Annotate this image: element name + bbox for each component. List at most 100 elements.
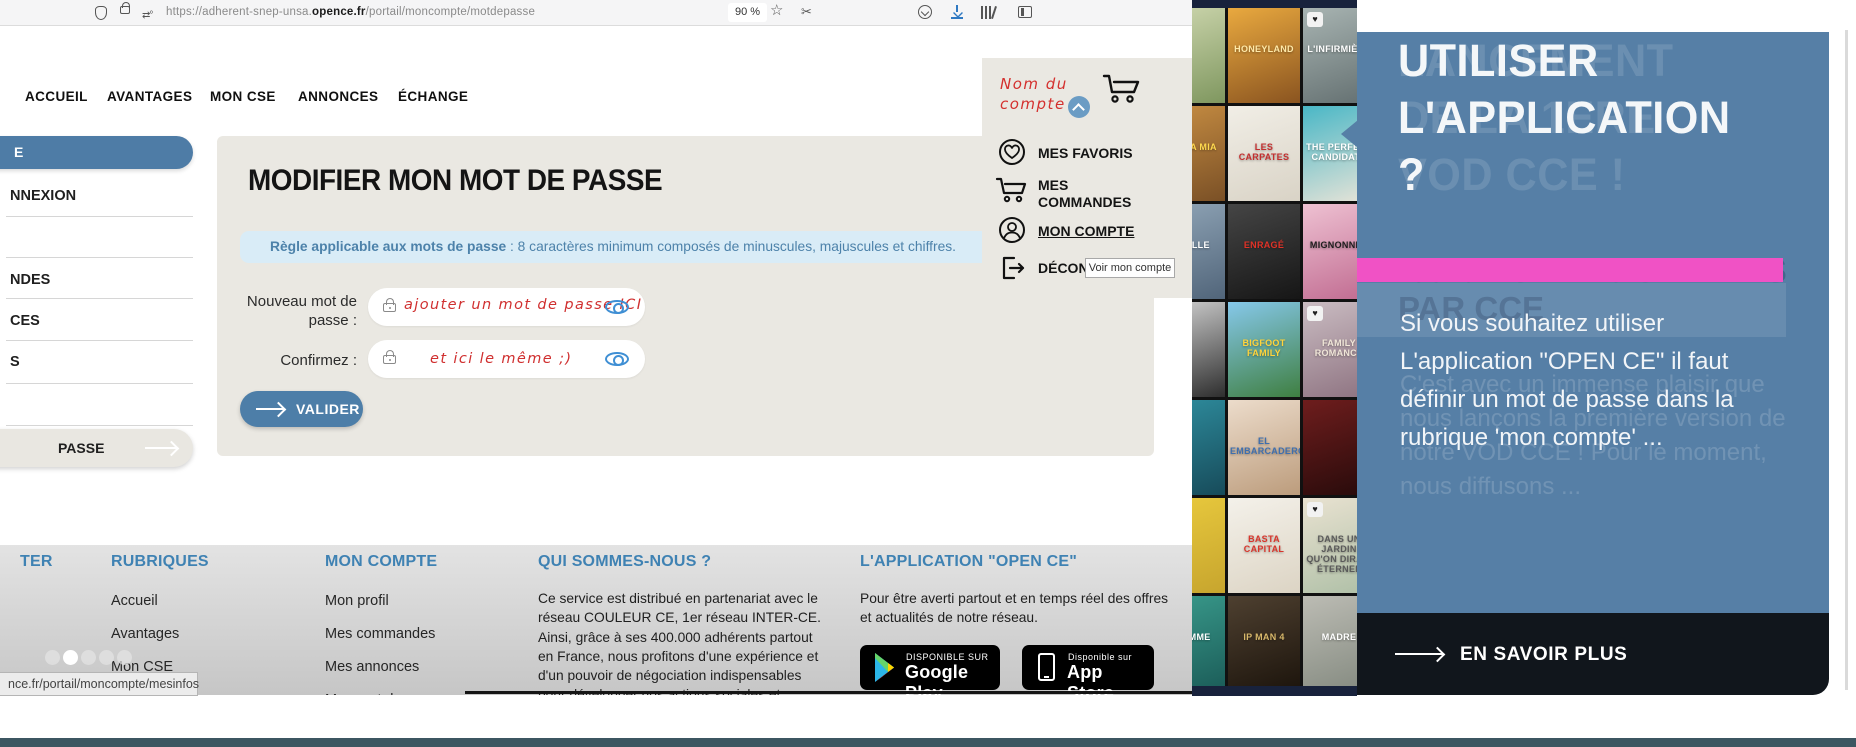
pocket-icon[interactable] — [918, 5, 932, 19]
vod-paragraph: Si vous souhaitez utiliser L'application… — [1400, 310, 1734, 451]
sidebar-item[interactable]: NDES — [10, 272, 50, 288]
carousel-dot[interactable] — [63, 650, 78, 665]
footer-link[interactable]: Avantages — [111, 626, 179, 642]
page-title: MODIFIER MON MOT DE PASSE — [248, 164, 663, 197]
carousel-prev-icon[interactable] — [1341, 120, 1358, 148]
movie-poster[interactable] — [1303, 400, 1357, 495]
play-store-icon — [875, 653, 894, 682]
sidebar-item[interactable]: S — [10, 354, 20, 370]
footer-link[interactable]: Accueil — [111, 593, 158, 609]
favorite-heart-icon[interactable]: ♥ — [1307, 306, 1323, 321]
movie-poster[interactable]: EL EMBARCADERO — [1228, 400, 1300, 495]
movie-poster[interactable]: MIGNONNES — [1303, 204, 1357, 299]
lock-icon[interactable] — [120, 1, 130, 14]
show-password-eye-icon[interactable] — [605, 300, 629, 314]
screenshot-icon[interactable]: ✂ — [801, 4, 812, 20]
zoom-level-badge[interactable]: 90 % — [728, 3, 768, 22]
confirm-password-input[interactable]: et ici le même ;) — [368, 340, 645, 378]
movie-poster[interactable] — [1192, 302, 1225, 397]
chevron-up-icon[interactable] — [1068, 96, 1090, 118]
sidebar-item-mot-de-passe[interactable]: PASSE — [0, 429, 193, 467]
screenshot-stage: ⇄° https://adherent-snep-unsa.opence.fr/… — [0, 0, 1856, 747]
menu-mes-favoris[interactable]: MES FAVORIS — [1038, 145, 1133, 161]
account-name[interactable]: Nom du compte — [1000, 74, 1068, 114]
movie-poster[interactable] — [1192, 8, 1225, 103]
nav-item-annonces[interactable]: ANNONCES — [298, 89, 378, 104]
movie-poster[interactable]: E FEMME — [1192, 596, 1225, 686]
rule-rest: : 8 caractères minimum composés de minus… — [506, 239, 957, 254]
orders-cart-icon — [995, 174, 1027, 206]
shield-icon[interactable] — [95, 6, 107, 20]
nav-item-accueil[interactable]: ACCUEIL — [25, 89, 88, 104]
valider-button[interactable]: VALIDER — [240, 391, 363, 427]
favorite-heart-icon[interactable]: ♥ — [1307, 502, 1323, 517]
movie-poster[interactable]: L'INFIRMIÈRE ♥ — [1303, 8, 1357, 103]
footer-link[interactable]: Mes annonces — [325, 659, 419, 675]
movie-poster[interactable]: FAMILY ROMANCE ♥ — [1303, 302, 1357, 397]
footer-application-text: Pour être averti partout et en temps rée… — [860, 591, 1169, 626]
movie-poster[interactable]: BASTA CAPITAL — [1228, 498, 1300, 593]
bookmark-star-icon[interactable]: ☆ — [770, 3, 783, 19]
sidebars-icon[interactable] — [1018, 6, 1032, 18]
menu-mon-compte[interactable]: MON COMPTE — [1038, 223, 1134, 239]
movie-poster[interactable]: LES CARPATES — [1228, 106, 1300, 201]
logout-icon — [998, 254, 1026, 282]
confirm-password-label: Confirmez : — [280, 352, 357, 369]
sidebar-item[interactable]: CES — [10, 313, 40, 329]
new-password-input[interactable]: ajouter un mot de passe ICI — [368, 288, 645, 326]
padlock-icon — [383, 298, 396, 312]
google-play-badge[interactable]: DISPONIBLE SUR Google Play — [860, 645, 1000, 695]
poster-top-strip — [1192, 0, 1357, 8]
download-icon[interactable] — [951, 5, 963, 19]
divider — [6, 257, 193, 258]
movie-poster[interactable]: madre — [1303, 596, 1357, 686]
password-rule-banner: Règle applicable aux mots de passe : 8 c… — [240, 231, 992, 263]
footer-link[interactable]: Mon mot de passe — [325, 692, 444, 695]
sidebar-active-item[interactable]: E — [0, 136, 193, 169]
app-store-badge[interactable]: Disponible sur App Store — [1022, 645, 1154, 695]
poster-title: FAMILY ROMANCE — [1314, 338, 1357, 359]
movie-poster[interactable]: BIGFOOT FAMILY — [1228, 302, 1300, 397]
footer-heading-partial: TER — [20, 553, 53, 570]
url-bar[interactable]: https://adherent-snep-unsa.opence.fr/por… — [166, 6, 535, 18]
magenta-bar — [1357, 258, 1783, 282]
movie-poster[interactable] — [1192, 400, 1225, 495]
carousel-dot[interactable] — [99, 650, 114, 665]
footer-link[interactable]: Mon profil — [325, 593, 389, 609]
poster-title: madre — [1321, 632, 1357, 643]
footer-heading-moncompte: MON COMPTE — [325, 553, 438, 570]
badge-top-label: DISPONIBLE SUR — [906, 652, 989, 662]
nav-item--change[interactable]: ÉCHANGE — [398, 89, 468, 104]
carousel-dot[interactable] — [117, 650, 132, 665]
movie-poster[interactable]: LA FILLE — [1192, 204, 1225, 299]
permissions-icon[interactable]: ⇄° — [142, 8, 153, 24]
show-password-eye-icon[interactable] — [605, 352, 629, 366]
movie-poster[interactable]: AFRICA MIA — [1192, 106, 1225, 201]
carousel-dot[interactable] — [81, 650, 96, 665]
nav-item-mon-cse[interactable]: MON CSE — [210, 89, 276, 104]
en-savoir-plus-label: EN SAVOIR PLUS — [1460, 644, 1628, 665]
movie-poster[interactable]: ENRAGÉ — [1228, 204, 1300, 299]
nav-item-avantages[interactable]: AVANTAGES — [107, 89, 192, 104]
carousel-dot[interactable] — [45, 650, 60, 665]
heart-icon — [998, 138, 1026, 166]
poster-title: IP MAN 4 — [1243, 632, 1285, 643]
movie-poster[interactable]: DANS UN JARDIN QU'ON DIRAIT ÉTERNEL ♥ — [1303, 498, 1357, 593]
url-domain: opence.fr — [312, 6, 366, 18]
movie-poster-grid: HONEYLAND L'INFIRMIÈRE ♥ AFRICA MIA LES CARP… — [1192, 8, 1357, 686]
en-savoir-plus-button[interactable]: EN SAVOIR PLUS — [1357, 613, 1829, 695]
arrow-right-icon — [145, 447, 177, 449]
movie-poster[interactable]: IP MAN 4 — [1228, 596, 1300, 686]
footer-heading-rubriques: RUBRIQUES — [111, 553, 209, 570]
menu-mes-commandes[interactable]: MES COMMANDES — [1038, 177, 1131, 210]
movie-poster[interactable] — [1192, 498, 1225, 593]
footer-bottom-line — [465, 691, 1192, 694]
library-icon[interactable] — [981, 6, 997, 19]
divider — [6, 425, 193, 426]
movie-poster[interactable]: HONEYLAND — [1228, 8, 1300, 103]
cart-icon[interactable] — [1100, 70, 1142, 110]
favorite-heart-icon[interactable]: ♥ — [1307, 12, 1323, 27]
user-icon — [998, 216, 1026, 244]
sidebar-item[interactable]: NNEXION — [10, 188, 76, 204]
footer-link[interactable]: Mes commandes — [325, 626, 435, 642]
